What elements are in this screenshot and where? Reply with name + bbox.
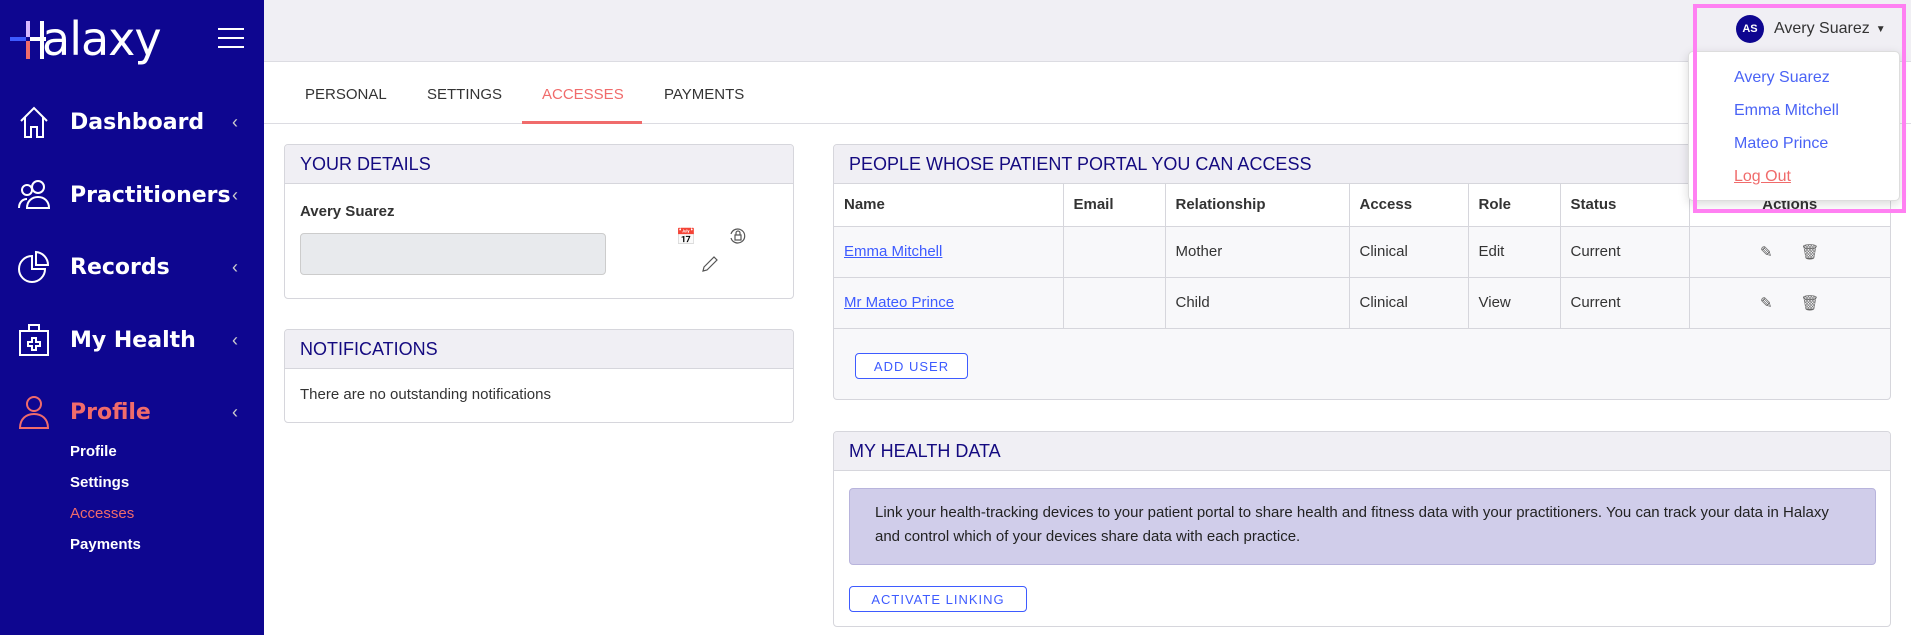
health-data-card: MY HEALTH DATA Link your health-tracking… bbox=[833, 431, 1891, 627]
dropdown-item-emma-mitchell[interactable]: Emma Mitchell bbox=[1734, 102, 1839, 120]
users-icon bbox=[18, 180, 50, 209]
email-cell bbox=[1063, 226, 1166, 278]
profile-tabs: PERSONAL SETTINGS ACCESSES PAYMENTS bbox=[264, 62, 1911, 124]
chevron-left-icon: ‹ bbox=[232, 401, 238, 422]
chevron-left-icon: ‹ bbox=[232, 256, 238, 277]
health-info-box: Link your health-tracking devices to you… bbox=[849, 488, 1876, 565]
your-details-card: YOUR DETAILS Avery Suarez 📅 bbox=[284, 144, 794, 299]
column-header: Relationship bbox=[1165, 184, 1350, 227]
access-table: Name Email Relationship Access Role Stat… bbox=[834, 184, 1890, 329]
role-cell: View bbox=[1468, 277, 1561, 329]
status-cell: Current bbox=[1560, 277, 1690, 329]
email-cell bbox=[1063, 277, 1166, 329]
details-name: Avery Suarez bbox=[300, 203, 395, 220]
user-menu-button[interactable]: AS Avery Suarez ▼ bbox=[1736, 15, 1886, 43]
sidebar-subitem-payments[interactable]: Payments bbox=[70, 536, 141, 553]
trash-icon[interactable]: 🗑 bbox=[1801, 295, 1820, 312]
add-user-button[interactable]: ADD USER bbox=[855, 353, 968, 379]
edit-icon[interactable]: ✎ bbox=[1760, 244, 1773, 261]
person-link[interactable]: Emma Mitchell bbox=[844, 243, 942, 260]
chevron-left-icon: ‹ bbox=[232, 111, 238, 132]
sidebar-item-dashboard[interactable]: Dashboard ‹ bbox=[0, 97, 264, 147]
pie-chart-icon bbox=[18, 250, 50, 283]
active-tab-indicator bbox=[522, 121, 642, 124]
tab-accesses[interactable]: ACCESSES bbox=[542, 86, 624, 103]
tab-personal[interactable]: PERSONAL bbox=[305, 86, 387, 103]
notifications-card: NOTIFICATIONS There are no outstanding n… bbox=[284, 329, 794, 423]
home-icon bbox=[20, 106, 48, 138]
column-header: Access bbox=[1349, 184, 1469, 227]
user-name: Avery Suarez bbox=[1774, 20, 1870, 37]
calendar-icon[interactable]: 📅 bbox=[676, 227, 696, 247]
avatar: AS bbox=[1736, 15, 1764, 43]
role-cell: Edit bbox=[1468, 226, 1561, 278]
details-input[interactable] bbox=[300, 233, 606, 275]
tab-settings[interactable]: SETTINGS bbox=[427, 86, 502, 103]
logout-link[interactable]: Log Out bbox=[1734, 168, 1791, 186]
lock-reset-icon[interactable] bbox=[728, 226, 748, 246]
top-bar: AS Avery Suarez ▼ bbox=[264, 0, 1911, 62]
access-cell: Clinical bbox=[1349, 226, 1469, 278]
hamburger-menu-button[interactable] bbox=[218, 28, 244, 48]
notifications-message: There are no outstanding notifications bbox=[300, 386, 551, 403]
table-row: Emma Mitchell Mother Clinical Edit Curre… bbox=[834, 226, 1890, 278]
sidebar-item-records[interactable]: Records ‹ bbox=[0, 242, 264, 292]
access-cell: Clinical bbox=[1349, 277, 1469, 329]
dropdown-item-avery-suarez[interactable]: Avery Suarez bbox=[1734, 69, 1830, 87]
sidebar: alaxy Dashboard ‹ Practitioners ‹ Records ‹… bbox=[0, 0, 264, 635]
pencil-icon[interactable] bbox=[701, 255, 719, 273]
user-icon bbox=[18, 396, 50, 429]
column-header: Role bbox=[1468, 184, 1561, 227]
card-title: MY HEALTH DATA bbox=[834, 432, 1890, 471]
column-header: Status bbox=[1560, 184, 1690, 227]
column-header: Name bbox=[834, 184, 1064, 227]
tab-payments[interactable]: PAYMENTS bbox=[664, 86, 744, 103]
table-row: Mr Mateo Prince Child Clinical View Curr… bbox=[834, 277, 1890, 329]
user-dropdown-menu: Avery Suarez Emma Mitchell Mateo Prince … bbox=[1688, 51, 1900, 201]
relationship-cell: Mother bbox=[1165, 226, 1350, 278]
sidebar-item-profile[interactable]: Profile ‹ bbox=[0, 387, 264, 437]
trash-icon[interactable]: 🗑 bbox=[1801, 244, 1820, 261]
sidebar-item-practitioners[interactable]: Practitioners ‹ bbox=[0, 170, 264, 220]
chevron-left-icon: ‹ bbox=[232, 329, 238, 350]
person-link[interactable]: Mr Mateo Prince bbox=[844, 294, 954, 311]
edit-icon[interactable]: ✎ bbox=[1760, 295, 1773, 312]
medical-kit-icon bbox=[19, 324, 49, 356]
caret-down-icon: ▼ bbox=[1875, 23, 1886, 35]
column-header: Email bbox=[1063, 184, 1166, 227]
sidebar-subitem-settings[interactable]: Settings bbox=[70, 474, 129, 491]
chevron-left-icon: ‹ bbox=[232, 184, 238, 205]
sidebar-subitem-profile[interactable]: Profile bbox=[70, 443, 117, 460]
card-title: YOUR DETAILS bbox=[285, 145, 793, 184]
sidebar-subitem-accesses[interactable]: Accesses bbox=[70, 505, 134, 522]
dropdown-item-mateo-prince[interactable]: Mateo Prince bbox=[1734, 135, 1828, 153]
card-title: NOTIFICATIONS bbox=[285, 330, 793, 369]
status-cell: Current bbox=[1560, 226, 1690, 278]
logo-mark bbox=[10, 19, 46, 59]
sidebar-item-my-health[interactable]: My Health ‹ bbox=[0, 315, 264, 365]
halaxy-logo[interactable]: alaxy bbox=[10, 12, 162, 66]
relationship-cell: Child bbox=[1165, 277, 1350, 329]
activate-linking-button[interactable]: ACTIVATE LINKING bbox=[849, 586, 1027, 612]
